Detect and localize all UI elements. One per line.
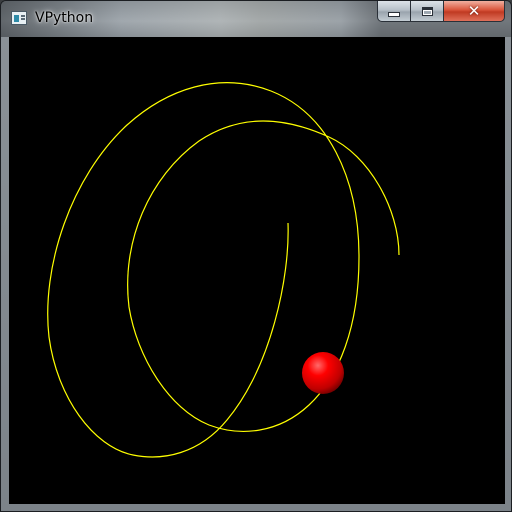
close-button[interactable]: ✕ — [443, 1, 505, 22]
window-title: VPython — [35, 10, 94, 26]
maximize-button[interactable] — [410, 1, 444, 22]
vpython-app-icon[interactable] — [11, 11, 27, 25]
minimize-button[interactable] — [377, 1, 411, 22]
red-ball — [302, 352, 344, 394]
minimize-icon — [388, 11, 400, 17]
orbit-trail — [47, 82, 400, 458]
scene-canvas[interactable] — [9, 37, 505, 504]
maximize-icon — [421, 6, 433, 16]
scene-svg — [47, 82, 400, 458]
vpython-window: VPython ✕ — [0, 0, 512, 512]
close-icon: ✕ — [467, 1, 481, 20]
